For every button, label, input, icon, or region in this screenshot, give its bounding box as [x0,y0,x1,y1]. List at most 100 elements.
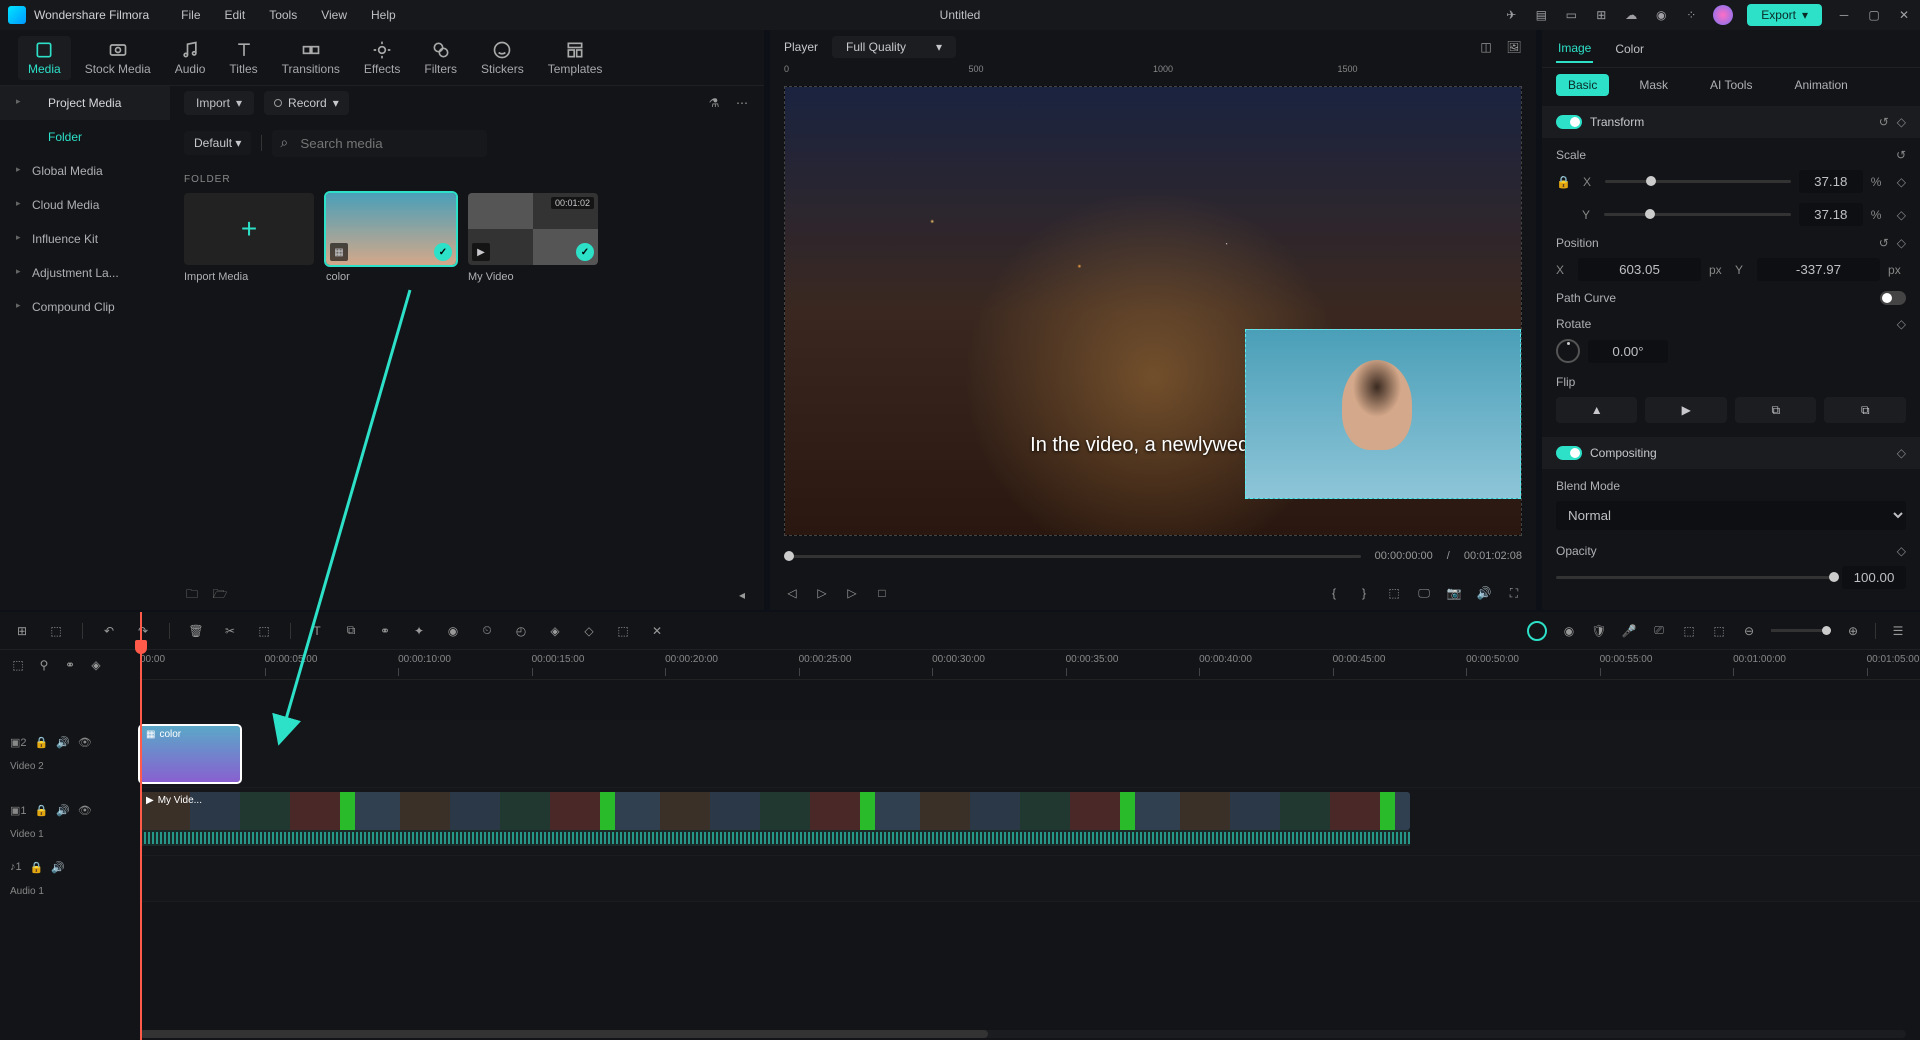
sidebar-influence-kit[interactable]: Influence Kit [0,222,170,256]
compositing-toggle[interactable] [1556,446,1582,460]
scale-x-input[interactable] [1799,170,1863,193]
timeline-scrollbar[interactable] [140,1030,1906,1038]
scale-x-slider[interactable] [1605,180,1791,183]
voiceover-icon[interactable]: ◉ [1561,624,1577,638]
minimize-icon[interactable]: ─ [1836,7,1852,23]
reset-position-icon[interactable]: ↺ [1879,236,1889,250]
tab-templates[interactable]: Templates [538,36,613,80]
marker-menu-icon[interactable]: ◈ [88,658,104,672]
rotate-dial[interactable] [1556,339,1580,363]
delete-icon[interactable]: 🗑 [188,624,204,638]
track2-lock-icon[interactable]: 🔒 [35,736,49,749]
subtab-ai-tools[interactable]: AI Tools [1698,74,1764,96]
track1-video-icon[interactable]: ▣1 [10,804,27,817]
clip-my-video[interactable]: ▶My Vide... [140,792,1410,830]
search-input[interactable] [272,130,487,157]
clip-audio-waveform[interactable] [140,830,1410,846]
mark-in-icon[interactable]: { [1326,586,1342,600]
tab-filters[interactable]: Filters [414,36,467,80]
zoom-in-icon[interactable]: ⊕ [1845,624,1861,638]
subtab-basic[interactable]: Basic [1556,74,1609,96]
sidebar-folder[interactable]: Folder [0,120,170,154]
keyframe-rotate-icon[interactable]: ◇ [1897,317,1906,331]
track2-hide-icon[interactable]: 👁 [78,736,92,749]
export-button[interactable]: Export▾ [1747,4,1822,26]
send-icon[interactable]: ✈ [1503,7,1519,23]
props-tab-color[interactable]: Color [1613,36,1646,62]
select-icon[interactable]: ⬚ [48,624,64,638]
track2-video-icon[interactable]: ▣2 [10,736,27,749]
link-toggle-icon[interactable]: ⚭ [62,658,78,672]
headset-icon[interactable]: ◉ [1653,7,1669,23]
playhead[interactable] [140,612,142,1040]
expand-icon[interactable]: ⛶ [1506,586,1522,601]
zoom-out-icon[interactable]: ⊖ [1741,624,1757,638]
clip-color[interactable]: ▦color [140,726,240,782]
undo-icon[interactable]: ↶ [101,624,117,638]
new-folder-icon[interactable]: 🗀 [184,585,200,606]
speed-icon[interactable]: ⏲ [479,623,495,638]
list-icon[interactable]: ☰ [1890,624,1906,638]
apps-icon[interactable]: ⁘ [1683,7,1699,23]
props-tab-image[interactable]: Image [1556,35,1593,63]
link-icon[interactable]: ⚭ [377,624,393,638]
range-icon[interactable]: ⬚ [1711,624,1727,638]
track1-mute-icon[interactable]: 🔊 [56,804,70,817]
keyframe-transform-icon[interactable]: ◇ [1897,115,1906,129]
scale-y-input[interactable] [1799,203,1863,226]
collapse-sidebar-icon[interactable]: ◂ [734,588,750,602]
sort-default[interactable]: Default ▾ [184,131,251,155]
scale-y-slider[interactable] [1604,213,1791,216]
audio1-lock-icon[interactable]: 🔒 [30,861,44,874]
sidebar-project-media[interactable]: Project Media [0,86,170,120]
monitor-icon[interactable]: 🖵 [1416,586,1432,601]
tab-effects[interactable]: Effects [354,36,410,80]
mixer-icon[interactable]: ⎚ [1651,623,1667,638]
flip-copy2-button[interactable]: ⧉ [1824,397,1906,423]
key-icon[interactable]: ◇ [581,624,597,638]
reset-scale-icon[interactable]: ↺ [1896,148,1906,162]
import-media-tile[interactable]: + Import Media [184,193,314,283]
timeline-ruler[interactable]: 00:00 00:00:05:00 00:00:10:00 00:00:15:0… [140,650,1920,680]
prev-frame-icon[interactable]: ◁ [784,586,800,600]
track1-hide-icon[interactable]: 👁 [78,804,92,817]
keyframe-compositing-icon[interactable]: ◇ [1897,446,1906,460]
tab-stickers[interactable]: Stickers [471,36,534,80]
sidebar-compound-clip[interactable]: Compound Clip [0,290,170,324]
blend-mode-select[interactable]: Normal [1556,501,1906,530]
reset-transform-icon[interactable]: ↺ [1879,115,1889,129]
audio1-icon[interactable]: ♪1 [10,861,22,874]
audio1-mute-icon[interactable]: 🔊 [51,861,65,874]
quality-dropdown[interactable]: Full Quality▾ [832,36,956,58]
redo-icon[interactable]: ↷ [135,624,151,638]
track2-mute-icon[interactable]: 🔊 [56,736,70,749]
group-icon[interactable]: ⬚ [615,624,631,638]
compare-icon[interactable]: ◫ [1478,40,1494,54]
sidebar-cloud-media[interactable]: Cloud Media [0,188,170,222]
flip-vertical-button[interactable]: ▶ [1645,397,1727,423]
menu-tools[interactable]: Tools [257,8,309,22]
playback-slider[interactable] [784,555,1361,558]
split-icon[interactable]: ✕ [649,624,665,638]
picture-icon[interactable]: 🖼 [1506,40,1522,54]
stop-icon[interactable]: □ [874,586,890,600]
rotate-input[interactable] [1588,340,1668,363]
track1-lock-icon[interactable]: 🔒 [35,804,49,817]
opacity-slider[interactable] [1556,576,1834,579]
lock-scale-icon[interactable]: 🔒 [1556,175,1571,189]
mark-out-icon[interactable]: } [1356,586,1372,600]
display-icon[interactable]: ▭ [1563,7,1579,23]
play-pause-icon[interactable]: ▷ [814,586,830,600]
menu-view[interactable]: View [309,8,359,22]
position-y-input[interactable] [1757,258,1880,281]
preview-pip-clip[interactable] [1245,329,1521,499]
record-timeline-icon[interactable] [1527,621,1547,641]
tab-media[interactable]: Media [18,36,71,80]
keyframe-position-icon[interactable]: ◇ [1897,236,1906,250]
maximize-icon[interactable]: ▢ [1866,7,1882,23]
tag-icon[interactable]: ◈ [547,624,563,638]
flip-horizontal-button[interactable]: ▲ [1556,397,1638,423]
keyframe-scale-x-icon[interactable]: ◇ [1897,175,1906,189]
play-icon[interactable]: ▷ [844,586,860,600]
snapshot-icon[interactable]: 📷 [1446,586,1462,600]
